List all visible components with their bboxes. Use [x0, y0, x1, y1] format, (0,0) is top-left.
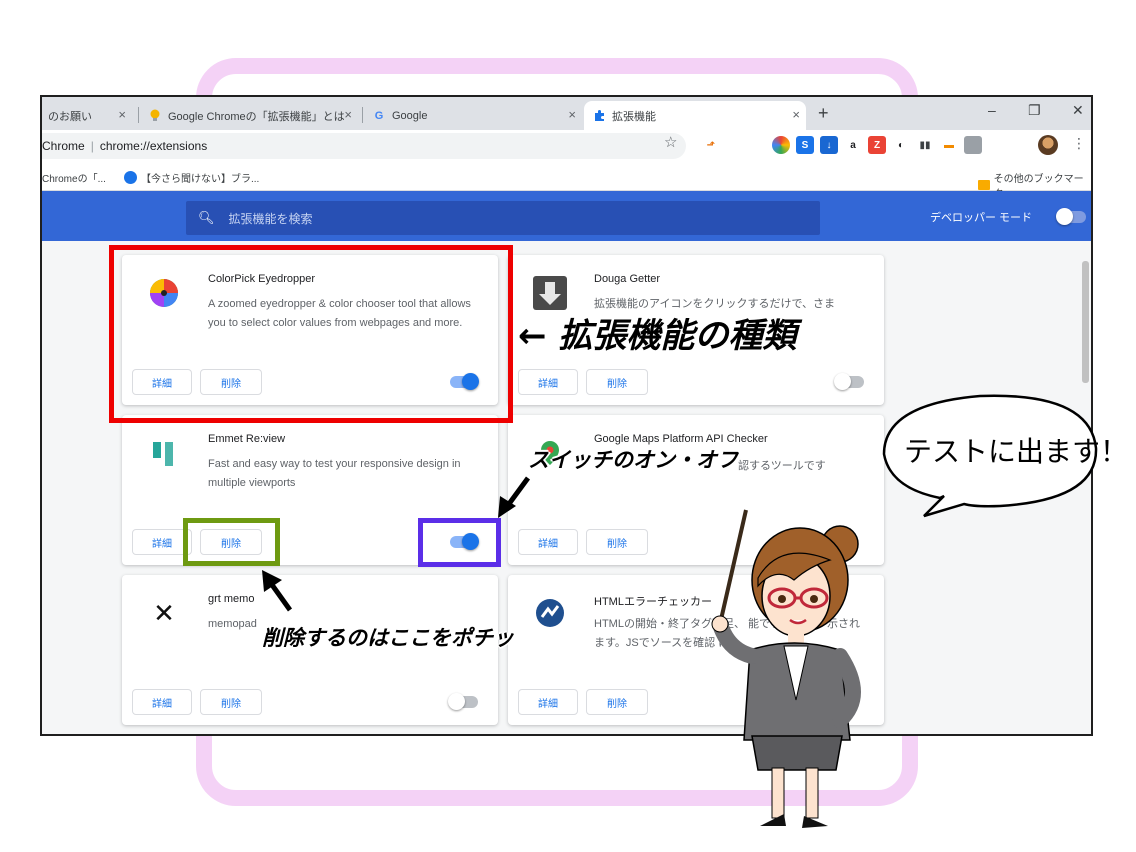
arrow-to-toggle	[498, 476, 531, 518]
bubble-text: テストに出ます！	[904, 435, 1129, 468]
arrow-to-remove	[262, 570, 293, 612]
teacher-character-illustration	[711, 509, 861, 828]
